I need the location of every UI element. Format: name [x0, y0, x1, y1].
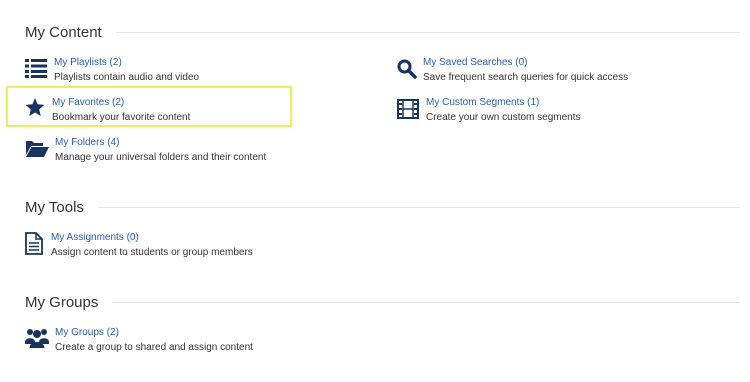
section-my-groups: My Groups — [25, 294, 740, 311]
folder-open-icon[interactable] — [25, 139, 49, 161]
my-playlists-description: Playlists contain audio and video — [54, 72, 200, 83]
section-divider — [112, 302, 740, 303]
section-title-my-content: My Content — [25, 24, 102, 41]
section-divider — [115, 32, 740, 33]
document-icon[interactable] — [25, 232, 49, 255]
section-title-my-groups: My Groups — [25, 294, 99, 311]
my-groups-link[interactable]: My Groups (2) — [55, 326, 253, 339]
my-playlists-link[interactable]: My Playlists (2) — [54, 56, 199, 69]
section-divider — [97, 207, 740, 208]
list-icon[interactable] — [25, 58, 49, 80]
my-assignments-description: Assign content to students or group memb… — [51, 247, 253, 258]
my-folders-link[interactable]: My Folders (4) — [55, 136, 266, 149]
my-custom-segments-link[interactable]: My Custom Segments (1) — [426, 96, 581, 109]
my-saved-searches-link[interactable]: My Saved Searches (0) — [423, 56, 628, 69]
star-icon[interactable] — [25, 98, 49, 120]
section-my-tools: My Tools — [25, 199, 740, 216]
my-folders-description: Manage your universal folders and their … — [55, 152, 267, 163]
my-favorites-description: Bookmark your favorite content — [52, 112, 191, 123]
my-favorites-link[interactable]: My Favorites (2) — [52, 96, 190, 109]
users-icon[interactable] — [25, 327, 49, 349]
section-my-content: My Content — [25, 24, 740, 41]
film-icon[interactable] — [397, 99, 421, 121]
my-saved-searches-description: Save frequent search queries for quick a… — [423, 72, 629, 83]
section-title-my-tools: My Tools — [25, 199, 84, 216]
my-custom-segments-description: Create your own custom segments — [426, 112, 581, 123]
search-icon[interactable] — [397, 59, 421, 81]
my-assignments-link[interactable]: My Assignments (0) — [51, 231, 253, 244]
my-groups-description: Create a group to shared and assign cont… — [55, 342, 253, 353]
